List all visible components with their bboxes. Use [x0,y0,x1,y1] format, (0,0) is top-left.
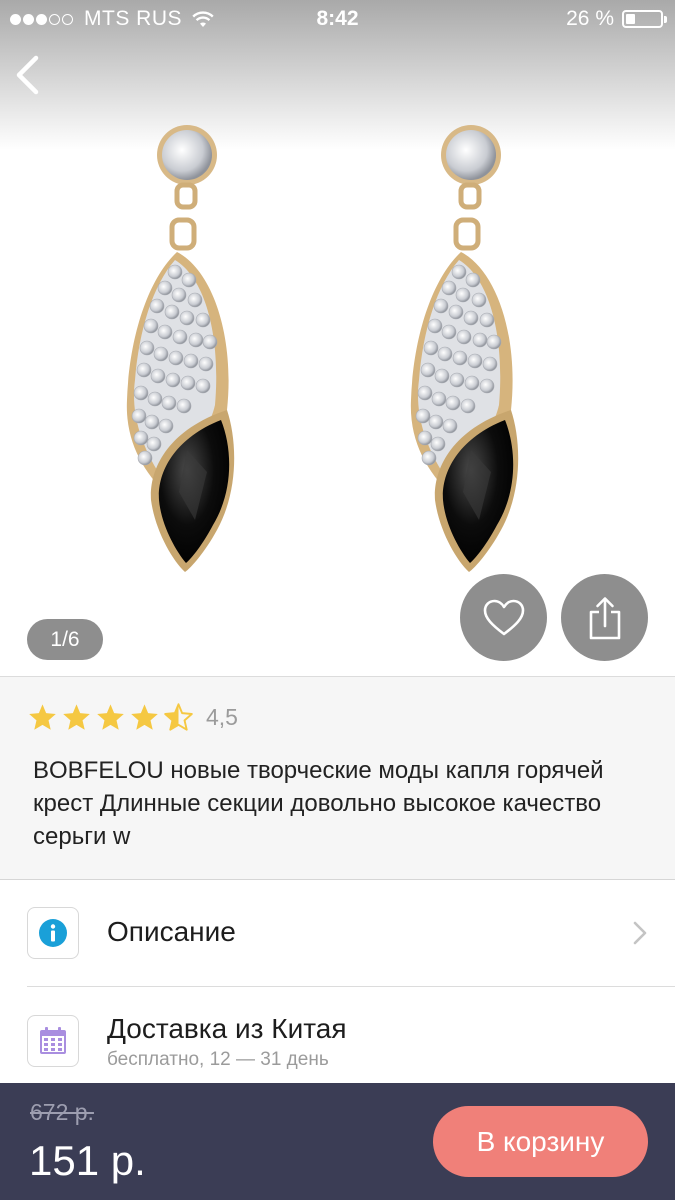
star-half-icon [164,703,193,731]
gallery-page-indicator: 1/6 [27,619,103,660]
battery-level [626,14,635,24]
info-icon [39,919,67,947]
star-full-icon [63,704,90,730]
back-button[interactable] [10,52,50,98]
rating-value: 4,5 [206,703,238,730]
product-image-earring-right [410,125,519,572]
star-full-icon [97,704,124,730]
star-full-icon [29,704,56,730]
current-price: 151 р. [29,1137,146,1184]
delivery-row[interactable]: Доставка из Китая бесплатно, 12 — 31 ден… [0,987,675,1085]
share-icon [589,596,620,639]
product-rating: 4,5 [28,703,238,731]
status-right: 26 % [566,7,667,31]
old-price: 672 р. [30,1099,94,1125]
add-to-cart-button[interactable]: В корзину [433,1106,648,1177]
product-info: 4,5 BOBFELOU новые творческие моды капля… [0,676,675,880]
battery-percentage: 26 % [566,7,614,30]
purchase-bar: 672 р. 151 р. В корзину [0,1083,675,1200]
delivery-title: Доставка из Китая [107,1013,347,1044]
product-image-earring-left [126,125,235,572]
share-button[interactable] [561,574,648,661]
delivery-icon-box [27,1015,79,1067]
battery-icon [622,10,667,28]
chevron-left-icon [16,55,39,95]
product-gallery[interactable]: MTS RUS 8:42 26 % 1/6 [0,0,675,676]
description-row[interactable]: Описание [0,880,675,986]
description-icon-box [27,907,79,959]
star-full-icon [131,704,158,730]
calendar-icon [40,1027,66,1054]
product-title: BOBFELOU новые творческие моды капля гор… [33,757,604,850]
chevron-right-icon [633,921,647,945]
favorite-button[interactable] [460,574,547,661]
heart-icon [483,599,524,635]
delivery-subtitle: бесплатно, 12 — 31 день [107,1049,329,1070]
description-title: Описание [107,916,236,947]
status-bar: MTS RUS 8:42 26 % [0,0,675,38]
